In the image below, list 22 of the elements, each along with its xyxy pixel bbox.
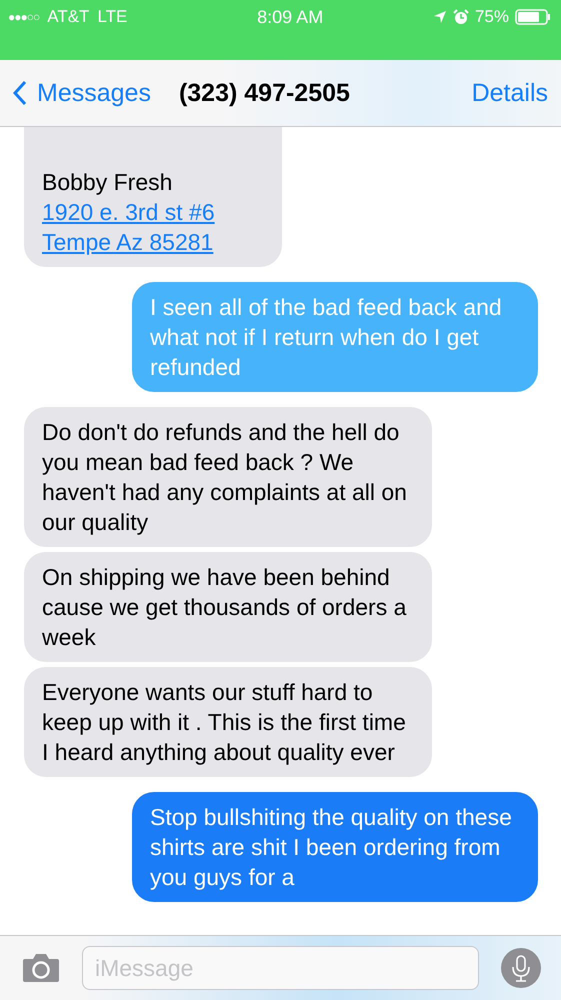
microphone-icon[interactable] [501,948,541,988]
battery-percent: 75% [474,7,509,27]
message-text: Everyone wants our stuff hard to keep up with it . This is the first time I heard anything about quality ever [42,678,407,767]
contact-phone-number: (323) 497-2505 [178,78,351,108]
camera-icon[interactable] [22,953,60,983]
message-text: On shipping we have been behind cause we get thousands of orders a week [42,563,408,652]
back-button[interactable]: Messages [13,78,151,108]
battery-icon [515,9,551,25]
message-text: Stop bullshiting the quality on these shirts are shit I been ordering from you guys for a [150,803,513,892]
details-button[interactable]: Details [472,78,548,108]
address-link[interactable]: Tempe Az 85281 [42,227,264,257]
message-text: I seen all of the bad feed back and what not if I return when do I get refunded [150,293,503,382]
network-type: LTE [97,7,128,27]
alarm-clock-icon [452,9,469,25]
signal-strength: ●●●○○ [8,10,40,24]
address-link[interactable]: 1920 e. 3rd st #6 [42,197,264,227]
carrier-name: AT&T [47,7,90,27]
message-text: Bobby Fresh [42,168,174,197]
location-arrow-icon [432,10,447,24]
message-text: Do don't do refunds and the hell do you mean bad feed back ? We haven't had any complaints at all on our quality [42,418,408,537]
clock-time: 8:09 AM [257,6,324,29]
chevron-left-icon [13,80,27,106]
